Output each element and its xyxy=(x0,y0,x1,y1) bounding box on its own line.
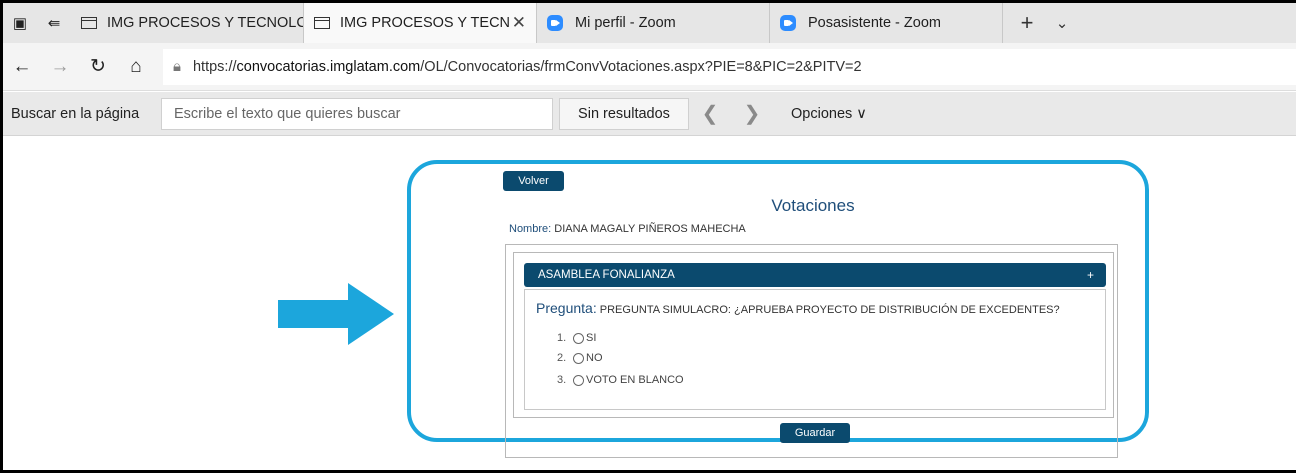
url-path: /OL/Convocatorias/frmConvVotaciones.aspx… xyxy=(420,58,862,75)
tab-label: IMG PROCESOS Y TECNOLC xyxy=(107,15,304,31)
address-bar: ← → ↻ ⌂ 🔒︎ https://convocatorias.imglata… xyxy=(3,43,1296,91)
tab-posasistente-zoom[interactable]: Posasistente - Zoom xyxy=(770,3,1003,43)
expand-icon[interactable]: + xyxy=(1087,268,1094,282)
page-content: Volver Votaciones Nombre: DIANA MAGALY P… xyxy=(3,136,1296,470)
url-host: convocatorias.imglatam.com xyxy=(236,58,421,75)
tab-label: Posasistente - Zoom xyxy=(808,15,941,31)
tab-img-procesos-1[interactable]: IMG PROCESOS Y TECNOLC xyxy=(71,3,304,43)
option-voto-en-blanco[interactable]: 3. VOTO EN BLANCO xyxy=(557,374,684,386)
option-label: SI xyxy=(586,332,597,344)
find-next-icon[interactable]: ❯ xyxy=(731,101,773,126)
refresh-icon[interactable]: ↻ xyxy=(79,48,117,86)
url-prefix: https:// xyxy=(192,58,237,75)
question-label: Pregunta: xyxy=(536,300,597,316)
find-input[interactable] xyxy=(161,97,553,130)
tab-actions-icon[interactable]: ▣ xyxy=(3,3,37,43)
radio-button[interactable] xyxy=(573,374,584,386)
home-icon[interactable]: ⌂ xyxy=(117,48,155,86)
tab-mi-perfil-zoom[interactable]: Mi perfil - Zoom xyxy=(537,3,770,43)
tab-bar: ▣ ⇚ IMG PROCESOS Y TECNOLC IMG PROCESOS … xyxy=(3,3,1296,43)
close-icon[interactable]: ✕ xyxy=(512,13,526,33)
question: Pregunta: PREGUNTA SIMULACRO: ¿APRUEBA P… xyxy=(536,300,1060,316)
tab-img-procesos-2[interactable]: IMG PROCESOS Y TECN ✕ xyxy=(304,3,537,43)
assembly-accordion-header[interactable]: ASAMBLEA FONALIANZA + xyxy=(524,263,1106,287)
forward-arrow-icon[interactable]: → xyxy=(41,48,79,86)
option-label: VOTO EN BLANCO xyxy=(586,374,684,386)
voter-name: Nombre: DIANA MAGALY PIÑEROS MAHECHA xyxy=(509,223,746,235)
radio-button[interactable] xyxy=(573,332,584,344)
new-tab-icon[interactable]: + xyxy=(1007,3,1047,43)
option-number: 1. xyxy=(557,332,567,344)
find-previous-icon[interactable]: ❮ xyxy=(689,101,731,126)
find-options-button[interactable]: Opciones ∨ xyxy=(791,106,867,122)
name-value: DIANA MAGALY PIÑEROS MAHECHA xyxy=(551,223,746,235)
question-text: PREGUNTA SIMULACRO: ¿APRUEBA PROYECTO DE… xyxy=(596,304,1060,316)
page-icon xyxy=(314,17,330,29)
zoom-icon xyxy=(547,15,563,31)
find-bar: Buscar en la página Sin resultados ❮ ❯ O… xyxy=(3,92,1296,136)
page-title: Votaciones xyxy=(771,196,855,215)
option-number: 2. xyxy=(557,352,567,364)
zoom-icon xyxy=(780,15,796,31)
save-button[interactable]: Guardar xyxy=(780,423,850,443)
tab-label: IMG PROCESOS Y TECN xyxy=(340,15,511,31)
option-si[interactable]: 1. SI xyxy=(557,332,596,344)
name-label: Nombre: xyxy=(509,223,552,235)
chevron-down-icon[interactable]: ⌄ xyxy=(1047,3,1077,43)
find-label: Buscar en la página xyxy=(11,105,140,122)
lock-icon: 🔒︎ xyxy=(173,58,181,75)
radio-button[interactable] xyxy=(573,352,584,364)
right-arrow-icon xyxy=(278,283,394,345)
tab-label: Mi perfil - Zoom xyxy=(575,15,676,31)
back-arrow-icon[interactable]: ← xyxy=(3,48,41,86)
assembly-title: ASAMBLEA FONALIANZA xyxy=(538,269,675,281)
option-label: NO xyxy=(586,352,603,364)
set-aside-tabs-icon[interactable]: ⇚ xyxy=(37,3,71,43)
browser-window: ▣ ⇚ IMG PROCESOS Y TECNOLC IMG PROCESOS … xyxy=(0,0,1296,473)
page-icon xyxy=(81,17,97,29)
option-number: 3. xyxy=(557,374,567,386)
find-results-status: Sin resultados xyxy=(559,97,689,130)
option-no[interactable]: 2. NO xyxy=(557,352,603,364)
url-field[interactable]: 🔒︎ https://convocatorias.imglatam.com/OL… xyxy=(163,48,1296,85)
back-button[interactable]: Volver xyxy=(503,171,564,191)
